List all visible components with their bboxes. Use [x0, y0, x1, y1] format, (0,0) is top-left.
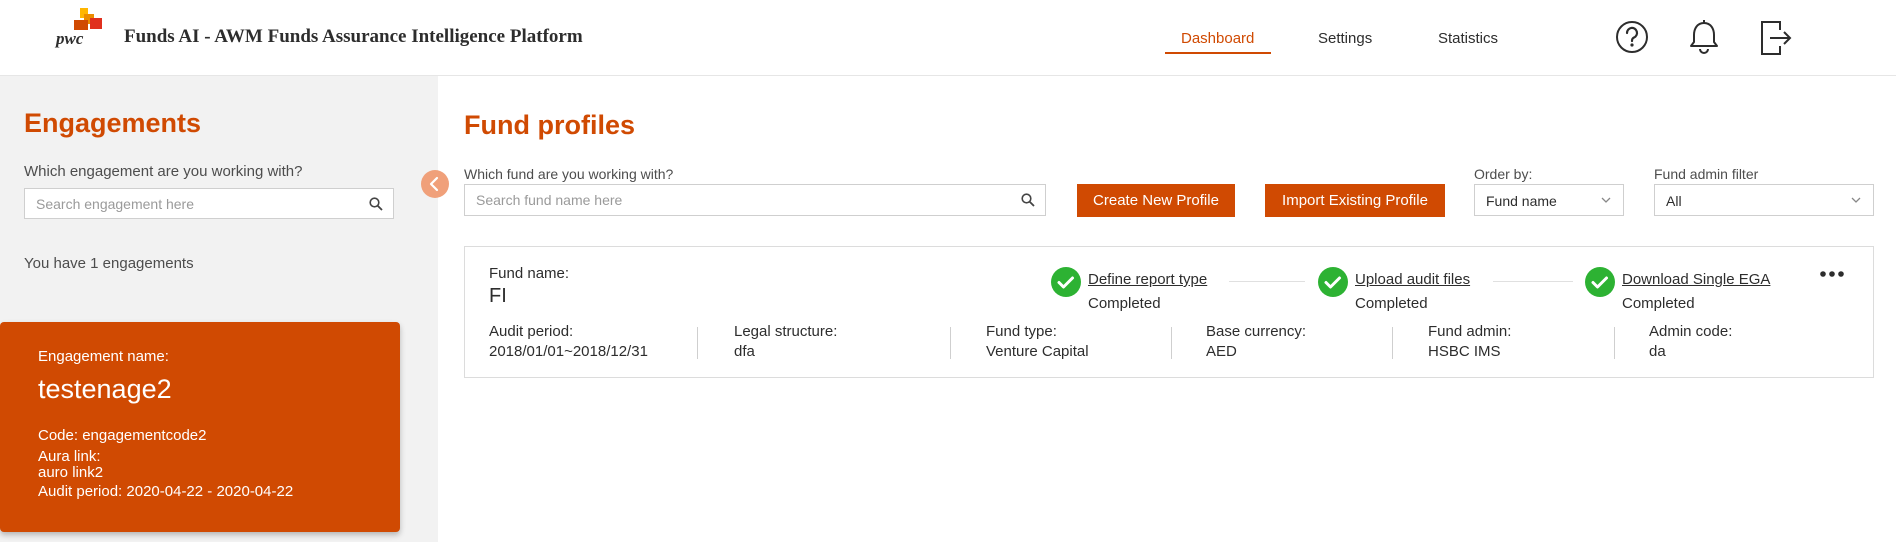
order-by-value: Fund name [1486, 193, 1557, 209]
engagement-search-input[interactable] [25, 189, 393, 218]
engagements-title: Engagements [24, 108, 202, 138]
check-circle-icon [1585, 267, 1615, 297]
engagement-count: You have 1 engagements [24, 255, 194, 272]
collapse-sidebar-button[interactable] [421, 170, 449, 198]
chevron-down-icon [1601, 197, 1611, 203]
step-download-single-ega-link[interactable]: Download Single EGA [1622, 271, 1770, 288]
fund-search-input[interactable] [465, 185, 1045, 215]
base-currency-value: AED [1206, 343, 1237, 360]
check-circle-icon [1318, 267, 1348, 297]
nav-active-indicator [1165, 52, 1271, 54]
fund-name-label: Fund name: [489, 265, 570, 282]
audit-period-value: 2018/01/01~2018/12/31 [489, 343, 648, 360]
chevron-down-icon [1851, 197, 1861, 203]
detail-divider [950, 327, 951, 359]
audit-period-label: Audit period: [489, 323, 574, 340]
engagement-card[interactable]: Engagement name: testenage2 Code: engage… [0, 322, 400, 532]
logo-text: pwc [54, 29, 84, 48]
help-icon[interactable] [1614, 18, 1650, 56]
fund-name: FI [489, 285, 507, 307]
step-connector [1493, 281, 1573, 282]
nav-statistics[interactable]: Statistics [1438, 30, 1498, 47]
chevron-left-icon [429, 176, 439, 192]
detail-divider [1171, 327, 1172, 359]
fund-admin-filter-label: Fund admin filter [1654, 166, 1759, 182]
fund-type-label: Fund type: [986, 323, 1057, 340]
fund-question: Which fund are you working with? [464, 166, 674, 182]
fund-admin-label: Fund admin: [1428, 323, 1512, 340]
legal-structure-label: Legal structure: [734, 323, 838, 340]
bell-icon[interactable] [1686, 18, 1722, 56]
aura-link-label: Aura link: [38, 448, 101, 465]
step-download-single-ega-status: Completed [1622, 295, 1695, 312]
more-options-icon[interactable] [1819, 269, 1845, 279]
step-upload-audit-files-status: Completed [1355, 295, 1428, 312]
base-currency-label: Base currency: [1206, 323, 1307, 340]
fund-admin-filter-select[interactable]: All [1654, 184, 1874, 216]
legal-structure-value: dfa [734, 343, 755, 360]
engagement-question: Which engagement are you working with? [24, 163, 303, 180]
pwc-logo[interactable]: pwc [54, 6, 114, 50]
detail-divider [1614, 327, 1615, 359]
app-header: pwc Funds AI - AWM Funds Assurance Intel… [0, 0, 1896, 76]
fund-type-value: Venture Capital [986, 343, 1089, 360]
order-by-select[interactable]: Fund name [1474, 184, 1624, 216]
import-existing-profile-button[interactable]: Import Existing Profile [1265, 184, 1445, 217]
create-new-profile-button[interactable]: Create New Profile [1077, 184, 1235, 217]
search-icon[interactable] [1021, 193, 1035, 207]
step-define-report-type-link[interactable]: Define report type [1088, 271, 1207, 288]
engagement-name-label: Engagement name: [38, 348, 169, 365]
engagement-search [24, 188, 394, 219]
step-connector [1229, 281, 1305, 282]
fund-admin-value: HSBC IMS [1428, 343, 1501, 360]
admin-code-value: da [1649, 343, 1666, 360]
engagement-code: Code: engagementcode2 [38, 427, 207, 444]
fund-search [464, 184, 1046, 216]
admin-code-label: Admin code: [1649, 323, 1733, 340]
fund-profiles-title: Fund profiles [464, 110, 635, 140]
check-circle-icon [1051, 267, 1081, 297]
step-define-report-type-status: Completed [1088, 295, 1161, 312]
engagement-name: testenage2 [38, 374, 172, 404]
nav-settings[interactable]: Settings [1318, 30, 1372, 47]
app-title: Funds AI - AWM Funds Assurance Intellige… [124, 26, 583, 47]
fund-profile-card[interactable]: Fund name: FI Define report type Complet… [464, 246, 1874, 378]
aura-link-value: auro link2 [38, 464, 104, 481]
fund-admin-filter-value: All [1666, 193, 1682, 209]
logout-icon[interactable] [1758, 18, 1794, 56]
search-icon[interactable] [369, 197, 383, 211]
step-upload-audit-files-link[interactable]: Upload audit files [1355, 271, 1470, 288]
nav-dashboard[interactable]: Dashboard [1181, 30, 1254, 47]
detail-divider [1392, 327, 1393, 359]
engagement-audit-period: Audit period: 2020-04-22 - 2020-04-22 [38, 483, 294, 500]
order-by-label: Order by: [1474, 166, 1533, 182]
detail-divider [697, 327, 698, 359]
